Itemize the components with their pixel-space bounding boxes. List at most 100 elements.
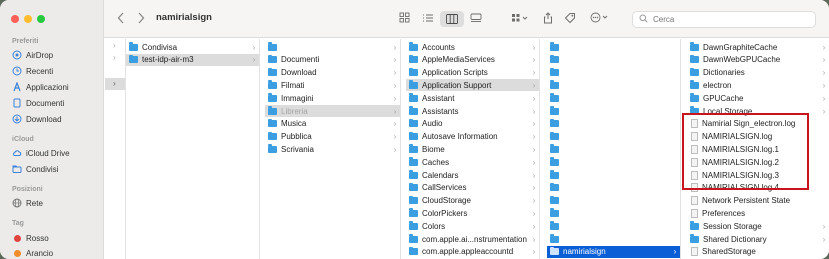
folder-row[interactable]	[547, 233, 680, 245]
icon-view-button[interactable]	[396, 11, 412, 27]
folder-icon	[550, 118, 559, 128]
search-field[interactable]	[632, 11, 816, 28]
sidebar-item-label: Download	[26, 114, 62, 124]
folder-row[interactable]	[547, 54, 680, 66]
back-button[interactable]	[114, 11, 128, 27]
folder-row[interactable]: Biome ›	[406, 143, 539, 155]
sidebar-item-download[interactable]: Download	[12, 112, 62, 126]
sidebar-item-recenti[interactable]: Recenti	[12, 64, 53, 78]
share-button[interactable]	[540, 11, 556, 27]
folder-row[interactable]	[547, 195, 680, 207]
folder-row[interactable]: Libreria ›	[265, 105, 400, 117]
chevron-right-icon: ›	[393, 144, 397, 154]
forward-button[interactable]	[134, 11, 148, 27]
folder-row[interactable]	[547, 41, 680, 53]
row-label: electron	[703, 80, 732, 90]
sidebar-item-applicazioni[interactable]: Applicazioni	[12, 80, 69, 94]
folder-row[interactable]: DawnGraphiteCache ›	[687, 41, 829, 53]
folder-row[interactable]: Audio ›	[406, 118, 539, 130]
folder-row[interactable]: namirialsign ›	[547, 245, 680, 258]
tag-button[interactable]	[562, 11, 578, 27]
group-by-button[interactable]	[508, 11, 532, 27]
gallery-view-button[interactable]	[468, 11, 484, 27]
chevron-right-icon: ›	[532, 196, 536, 206]
sidebar-tag-arancio[interactable]: Arancio	[12, 246, 53, 259]
row-label: Caches	[422, 157, 450, 167]
folder-row[interactable]: Filmati ›	[265, 79, 400, 91]
sidebar-item-airdrop[interactable]: AirDrop	[12, 48, 53, 62]
folder-icon	[550, 67, 559, 77]
sidebar-item-rete[interactable]: Rete	[12, 196, 43, 210]
folder-icon	[550, 221, 559, 230]
folder-row[interactable]: CallServices ›	[406, 182, 539, 194]
folder-row[interactable]: test-idp-air-m3 ›	[126, 53, 259, 66]
action-menu-button[interactable]	[588, 11, 612, 27]
column-0: › › ›	[105, 39, 126, 259]
folder-row[interactable]	[547, 79, 680, 91]
folder-row[interactable]	[547, 220, 680, 232]
folder-row[interactable]: ColorPickers ›	[406, 207, 539, 219]
folder-row[interactable]: Colors ›	[406, 220, 539, 232]
folder-row[interactable]: Calendars ›	[406, 169, 539, 181]
folder-row[interactable]	[547, 169, 680, 181]
search-input[interactable]	[653, 15, 803, 24]
folder-row[interactable]	[547, 182, 680, 194]
column-view-button[interactable]	[440, 11, 464, 27]
chevron-right-icon: ›	[822, 80, 826, 90]
folder-row[interactable]: Immagini ›	[265, 92, 400, 104]
chevron-right-icon: ›	[532, 208, 536, 218]
folder-row[interactable]	[547, 143, 680, 155]
sidebar-section-tags: Tag	[12, 220, 24, 227]
folder-row[interactable]	[547, 105, 680, 117]
file-row[interactable]: SharedStorage	[687, 246, 829, 258]
folder-row[interactable]: Download ›	[265, 67, 400, 79]
row-label: DawnGraphiteCache	[703, 42, 778, 52]
folder-row[interactable]: electron ›	[687, 79, 829, 91]
folder-row[interactable]: com.apple.appleaccountd ›	[406, 246, 539, 258]
folder-row[interactable]: ›	[265, 41, 400, 53]
folder-row[interactable]: Assistant ›	[406, 92, 539, 104]
folder-row[interactable]: Dictionaries ›	[687, 67, 829, 79]
folder-row[interactable]: Assistants ›	[406, 105, 539, 117]
folder-row[interactable]: Shared Dictionary ›	[687, 233, 829, 245]
row-label: Session Storage	[703, 221, 762, 231]
folder-row[interactable]: Documenti ›	[265, 54, 400, 66]
sidebar-item-documenti[interactable]: Documenti	[12, 96, 64, 110]
folder-row[interactable]	[547, 118, 680, 130]
folder-row[interactable]	[547, 92, 680, 104]
folder-row[interactable]: Session Storage ›	[687, 220, 829, 232]
sidebar-item-icloud-drive[interactable]: iCloud Drive	[12, 146, 70, 160]
folder-row[interactable]: Pubblica ›	[265, 131, 400, 143]
zoom-window-button[interactable]	[37, 15, 45, 23]
folder-row[interactable]	[547, 131, 680, 143]
folder-row[interactable]: Condivisa ›	[126, 41, 259, 53]
folder-row[interactable]: Scrivania ›	[265, 143, 400, 155]
folder-row[interactable]: Accounts ›	[406, 41, 539, 53]
list-view-button[interactable]	[420, 11, 436, 27]
folder-row[interactable]: com.apple.ai...nstrumentation ›	[406, 233, 539, 245]
folder-row[interactable]: Application Support ›	[406, 79, 539, 92]
folder-row[interactable]	[547, 67, 680, 79]
row-label: CallServices	[422, 183, 467, 193]
folder-row[interactable]: Autosave Information ›	[406, 131, 539, 143]
folder-icon	[409, 157, 418, 166]
folder-row[interactable]	[547, 156, 680, 168]
file-row[interactable]: Network Persistent State	[687, 195, 829, 207]
folder-row[interactable]: Musica ›	[265, 118, 400, 130]
folder-row[interactable]: AppleMediaServices ›	[406, 54, 539, 66]
folder-row[interactable]: Caches ›	[406, 156, 539, 168]
folder-row[interactable]: Application Scripts ›	[406, 67, 539, 79]
sidebar-item-condivisi[interactable]: Condivisi	[12, 162, 58, 176]
applications-icon	[12, 82, 22, 92]
sidebar-tag-rosso[interactable]: Rosso	[12, 231, 49, 245]
folder-row[interactable]: CloudStorage ›	[406, 195, 539, 207]
tag-dot-icon	[12, 248, 22, 258]
file-row[interactable]: Preferences	[687, 207, 829, 219]
folder-row[interactable]: GPUCache ›	[687, 92, 829, 104]
row-label: SharedStorage	[702, 247, 756, 257]
folder-row[interactable]	[547, 207, 680, 219]
minimize-window-button[interactable]	[24, 15, 32, 23]
folder-row[interactable]: DawnWebGPUCache ›	[687, 54, 829, 66]
close-window-button[interactable]	[11, 15, 19, 23]
folder-icon	[690, 42, 699, 51]
